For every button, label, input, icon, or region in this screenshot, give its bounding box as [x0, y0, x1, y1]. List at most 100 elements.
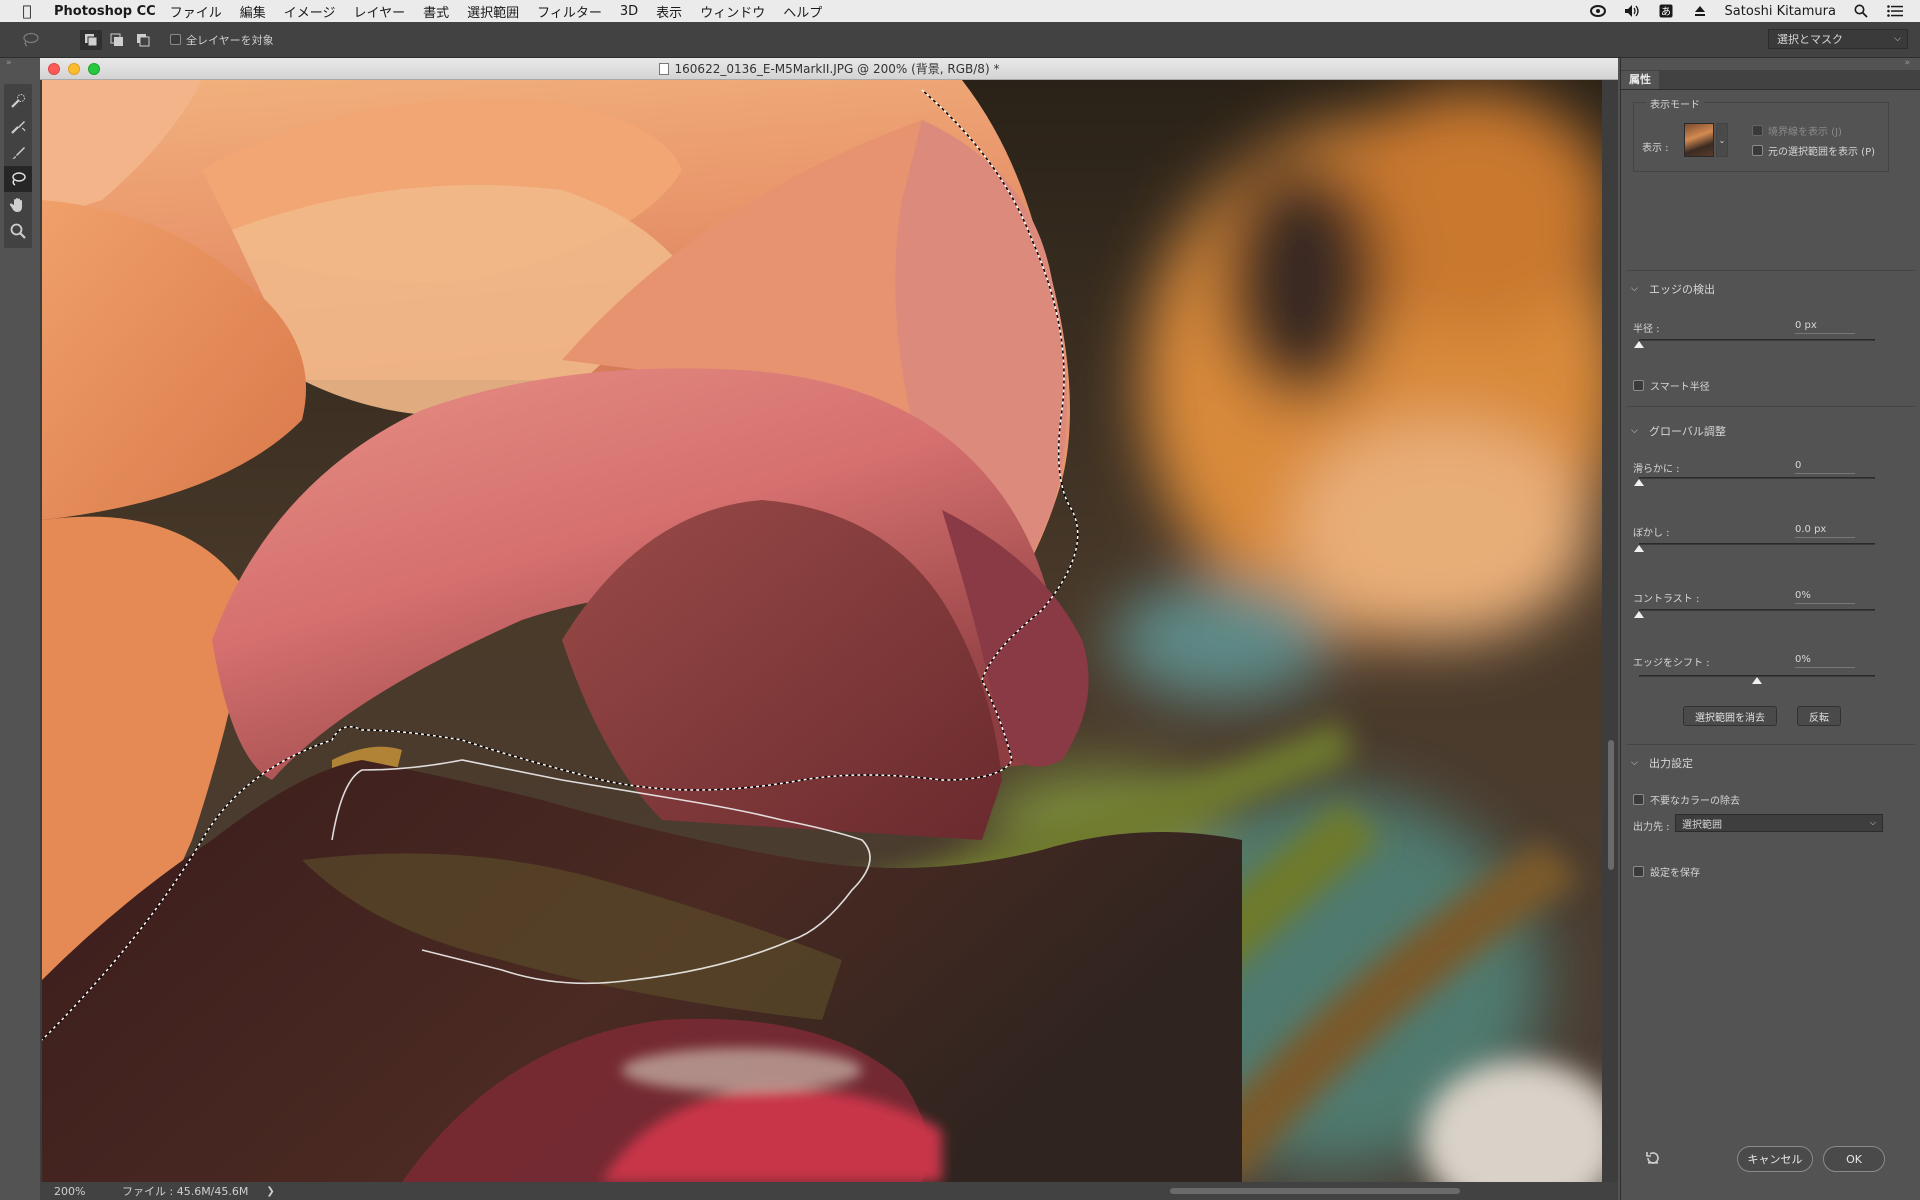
slider-knob[interactable]	[1634, 479, 1644, 486]
brush-tool[interactable]	[4, 140, 32, 166]
output-to-dropdown[interactable]: 選択範囲 ⌵	[1675, 814, 1883, 832]
eject-icon[interactable]	[1691, 3, 1709, 19]
workspace-dropdown[interactable]: 選択とマスク ⌵	[1768, 29, 1908, 49]
new-selection-icon[interactable]	[80, 29, 102, 50]
volume-icon[interactable]	[1623, 3, 1641, 19]
app-name[interactable]: Photoshop CC	[54, 4, 156, 19]
view-mode-thumbnail[interactable]	[1684, 123, 1714, 157]
notification-center-icon[interactable]	[1886, 3, 1904, 19]
clear-selection-button[interactable]: 選択範囲を消去	[1683, 706, 1777, 726]
panel-collapse-icon[interactable]: »	[1621, 58, 1920, 70]
menu-layer[interactable]: レイヤー	[353, 2, 405, 21]
lasso-tool[interactable]	[4, 166, 32, 192]
tab-properties[interactable]: 属性	[1621, 71, 1659, 89]
cancel-button[interactable]: キャンセル	[1737, 1146, 1813, 1172]
tools-panel: »	[0, 58, 34, 1200]
menu-3d[interactable]: 3D	[620, 4, 638, 19]
smart-radius-checkbox[interactable]: スマート半径	[1633, 378, 1710, 393]
minimize-window-button[interactable]	[68, 63, 80, 75]
menu-filter[interactable]: フィルター	[537, 2, 602, 21]
slider-knob[interactable]	[1752, 677, 1762, 684]
smooth-slider[interactable]	[1634, 474, 1875, 486]
menu-view[interactable]: 表示	[656, 2, 682, 21]
checkbox-box[interactable]	[1633, 794, 1644, 805]
slider-track[interactable]	[1639, 543, 1875, 545]
menubar-status-area: あ Satoshi Kitamura	[1589, 3, 1904, 19]
divider	[1627, 270, 1915, 271]
contrast-input[interactable]: 0%	[1795, 590, 1855, 604]
checkbox-box[interactable]	[1752, 125, 1763, 136]
checkbox-box[interactable]	[1633, 866, 1644, 877]
show-edge-checkbox[interactable]: 境界線を表示 (J)	[1752, 123, 1842, 138]
image-canvas[interactable]	[42, 80, 1602, 1182]
input-method-icon[interactable]: あ	[1657, 3, 1675, 19]
chevron-down-icon: ⌵	[1631, 758, 1638, 768]
vertical-scroll-thumb[interactable]	[1608, 740, 1614, 870]
feather-input[interactable]: 0.0 px	[1795, 524, 1855, 538]
quick-selection-brush-icon	[11, 94, 25, 108]
document-titlebar[interactable]: 160622_0136_E-M5MarkII.JPG @ 200% (背景, R…	[40, 58, 1618, 80]
subtract-from-selection-icon[interactable]	[132, 30, 154, 50]
radius-input[interactable]: 0 px	[1795, 320, 1855, 334]
user-name[interactable]: Satoshi Kitamura	[1725, 4, 1836, 19]
zoom-tool[interactable]	[4, 218, 32, 244]
sample-all-layers-checkbox[interactable]: 全レイヤーを対象	[170, 32, 274, 48]
shift-edge-input[interactable]: 0%	[1795, 654, 1855, 668]
vertical-scrollbar[interactable]	[1604, 80, 1618, 1182]
output-to-label: 出力先 :	[1633, 822, 1670, 833]
close-window-button[interactable]	[48, 63, 60, 75]
chevron-down-icon[interactable]: ⌄	[1716, 123, 1728, 157]
menu-edit[interactable]: 編集	[240, 2, 266, 21]
feather-slider[interactable]	[1634, 540, 1875, 552]
refine-edge-brush-tool[interactable]	[4, 114, 32, 140]
invert-button[interactable]: 反転	[1797, 706, 1841, 726]
hand-tool[interactable]	[4, 192, 32, 218]
reset-icon[interactable]	[1643, 1148, 1663, 1168]
menu-file[interactable]: ファイル	[170, 2, 222, 21]
slider-knob[interactable]	[1634, 545, 1644, 552]
spotlight-search-icon[interactable]	[1852, 3, 1870, 19]
menu-type[interactable]: 書式	[423, 2, 449, 21]
zoom-window-button[interactable]	[88, 63, 100, 75]
menu-help[interactable]: ヘルプ	[783, 2, 822, 21]
show-edge-label: 境界線を表示 (J)	[1768, 127, 1842, 138]
add-to-selection-icon[interactable]	[106, 30, 128, 50]
lasso-tool-preset-icon[interactable]	[18, 30, 42, 50]
show-original-checkbox[interactable]: 元の選択範囲を表示 (P)	[1752, 143, 1875, 158]
edge-detection-header[interactable]: ⌵ エッジの検出	[1621, 280, 1920, 298]
chevron-right-icon[interactable]: ❯	[266, 1186, 274, 1197]
decontaminate-colors-checkbox[interactable]: 不要なカラーの除去	[1633, 792, 1740, 807]
slider-track[interactable]	[1639, 339, 1875, 341]
checkbox-box[interactable]	[1633, 380, 1644, 391]
smooth-input[interactable]: 0	[1795, 460, 1855, 474]
horizontal-scroll-thumb[interactable]	[1170, 1188, 1460, 1194]
contrast-slider[interactable]	[1634, 606, 1875, 618]
slider-track[interactable]	[1639, 477, 1875, 479]
creative-cloud-icon[interactable]	[1589, 3, 1607, 19]
output-settings-header[interactable]: ⌵ 出力設定	[1621, 754, 1920, 772]
feather-label: ぼかし :	[1633, 528, 1670, 539]
global-refinement-header[interactable]: ⌵ グローバル調整	[1621, 422, 1920, 440]
document-window: 160622_0136_E-M5MarkII.JPG @ 200% (背景, R…	[40, 58, 1618, 1200]
apple-icon[interactable]: 	[14, 2, 40, 20]
edge-detection-title: エッジの検出	[1649, 283, 1715, 296]
menu-window[interactable]: ウィンドウ	[700, 2, 765, 21]
quick-selection-brush-tool[interactable]	[4, 88, 32, 114]
double-chevron-icon[interactable]: »	[0, 58, 34, 72]
slider-track[interactable]	[1639, 609, 1875, 611]
shift-edge-slider[interactable]	[1639, 672, 1875, 684]
radius-slider[interactable]	[1634, 336, 1875, 348]
checkbox-box[interactable]	[170, 34, 181, 45]
ok-button[interactable]: OK	[1823, 1146, 1885, 1172]
menu-image[interactable]: イメージ	[284, 2, 336, 21]
edge-detection-section: ⌵ エッジの検出	[1621, 280, 1920, 298]
feather-row: ぼかし : 0.0 px	[1633, 524, 1909, 540]
divider	[1627, 744, 1915, 745]
photo-artwork	[42, 80, 1602, 1182]
checkbox-box[interactable]	[1752, 145, 1763, 156]
remember-settings-checkbox[interactable]: 設定を保存	[1633, 864, 1700, 879]
zoom-level[interactable]: 200%	[40, 1185, 100, 1198]
slider-knob[interactable]	[1634, 341, 1644, 348]
slider-knob[interactable]	[1634, 611, 1644, 618]
menu-select[interactable]: 選択範囲	[467, 2, 519, 21]
